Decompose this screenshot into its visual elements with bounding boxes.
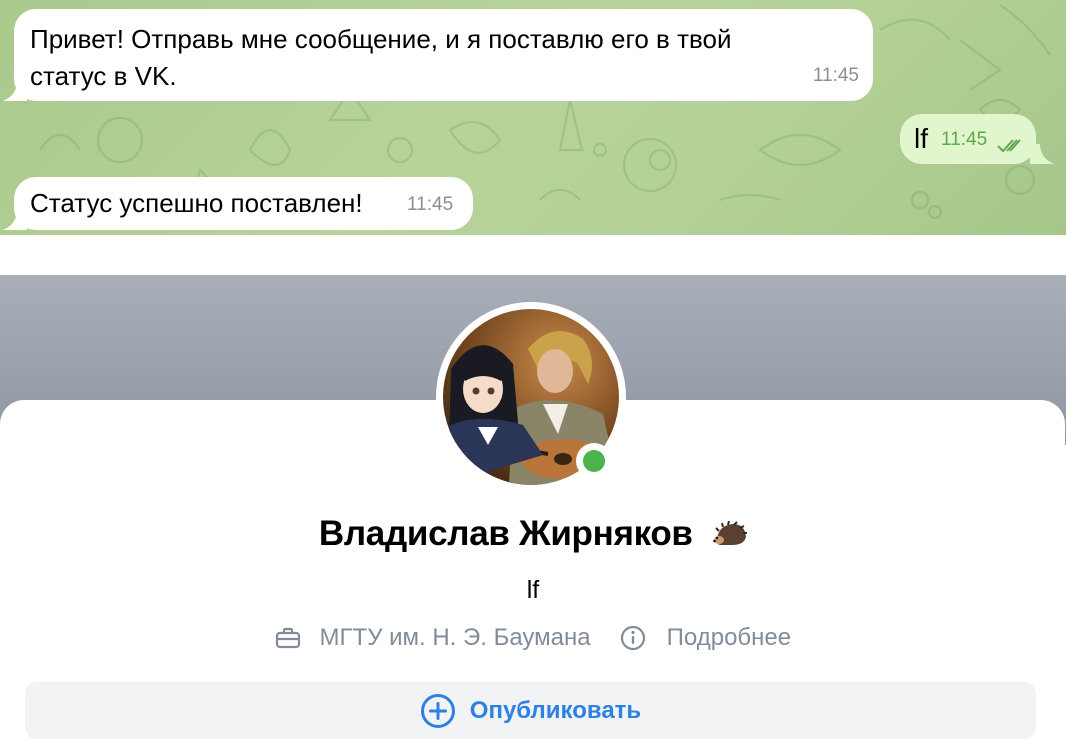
- message-text-line: Привет! Отправь мне сообщение, и я поста…: [30, 24, 732, 54]
- profile-education[interactable]: МГТУ им. Н. Э. Баумана: [320, 624, 591, 652]
- publish-button[interactable]: Опубликовать: [25, 682, 1036, 739]
- message-text: lf: [914, 123, 928, 154]
- message-text: Статус успешно поставлен!: [30, 188, 363, 218]
- briefcase-icon: [275, 627, 300, 648]
- online-indicator: [576, 443, 612, 479]
- details-link[interactable]: Подробнее: [667, 624, 791, 652]
- incoming-message[interactable]: Привет! Отправь мне сообщение, и я поста…: [14, 9, 873, 101]
- message-time: 11:45: [407, 194, 454, 215]
- message-time: 11:45: [812, 65, 859, 86]
- hedgehog-icon: [713, 521, 748, 545]
- double-check-icon: [997, 139, 1021, 153]
- profile-status: lf: [526, 576, 540, 604]
- profile-name: Владислав Жирняков: [318, 514, 693, 553]
- outgoing-message[interactable]: lf 11:45: [900, 114, 1036, 164]
- profile-info-row: МГТУ им. Н. Э. Баумана Подробнее: [0, 623, 1066, 652]
- incoming-message[interactable]: Статус успешно поставлен! 11:45: [14, 177, 473, 230]
- message-time: 11:45: [941, 129, 988, 150]
- publish-button-label: Опубликовать: [469, 696, 642, 724]
- info-icon: [620, 625, 646, 650]
- chat-panel: Привет! Отправь мне сообщение, и я поста…: [0, 0, 1066, 235]
- profile-name-row: Владислав Жирняков: [0, 514, 1066, 554]
- message-text-line: статус в VK.: [30, 61, 177, 91]
- plus-circle-icon: [420, 693, 455, 728]
